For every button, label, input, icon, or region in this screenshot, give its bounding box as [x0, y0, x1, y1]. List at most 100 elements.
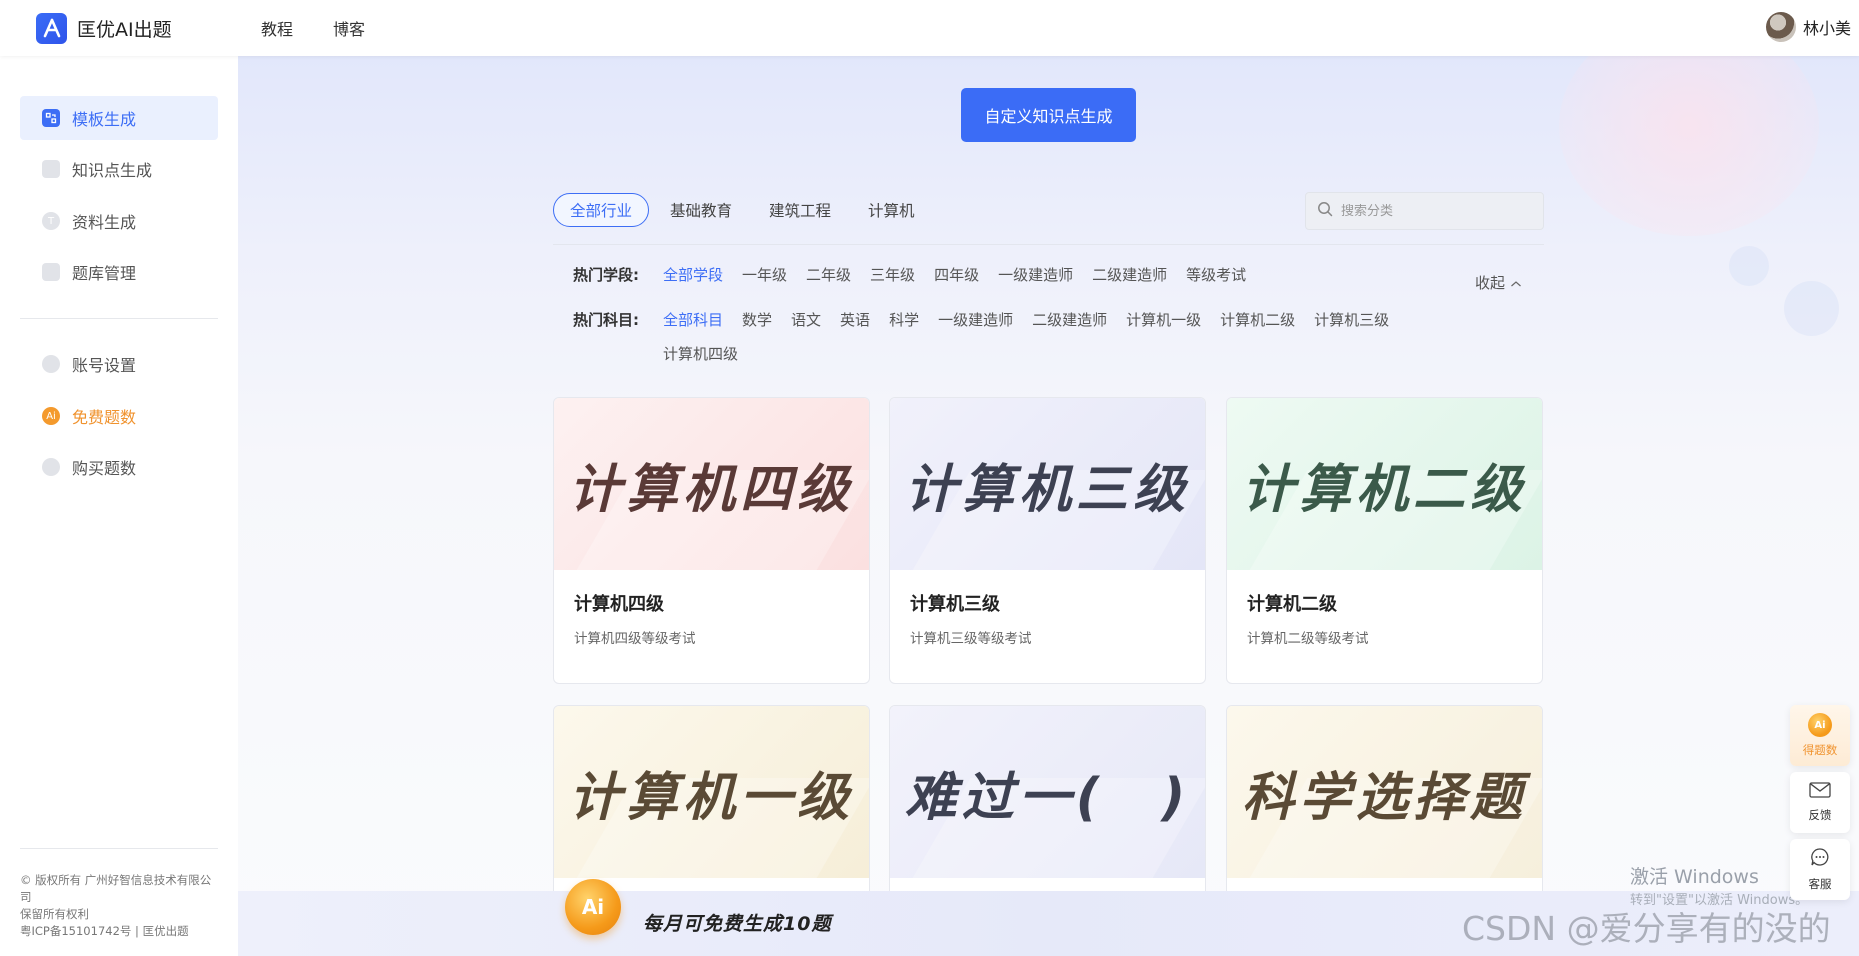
- avatar[interactable]: [1765, 12, 1796, 42]
- top-bar: 匡优AI出题 教程 博客 林小美: [0, 0, 1859, 56]
- template-card[interactable]: 计算机二级 计算机二级 计算机二级等级考试: [1226, 397, 1543, 684]
- stage-option[interactable]: 二级建造师: [1092, 258, 1167, 292]
- stage-filter-label: 热门学段:: [573, 266, 639, 284]
- stage-option[interactable]: 一年级: [742, 258, 787, 292]
- card-cover: 计算机三级: [890, 398, 1205, 570]
- floating-actions: Ai 得题数 反馈 客服: [1790, 705, 1850, 906]
- card-cover-text: 科学选择题: [1241, 767, 1527, 828]
- subject-option[interactable]: 计算机四级: [663, 337, 738, 371]
- search-input[interactable]: [1341, 203, 1531, 219]
- user-name[interactable]: 林小美: [1803, 15, 1851, 39]
- sidebar-item-label: 免费题数: [72, 408, 137, 427]
- icp-text[interactable]: 粤ICP备15101742号 | 匡优出题: [20, 923, 220, 940]
- sidebar-item-material[interactable]: T 资料生成: [20, 199, 218, 243]
- tab-construction[interactable]: 建筑工程: [753, 193, 847, 227]
- stage-filter-items: 全部学段 一年级 二年级 三年级 四年级 一级建造师 二级建造师 等级考试: [663, 258, 1443, 292]
- stage-option[interactable]: 全部学段: [663, 258, 723, 292]
- feedback-button[interactable]: 反馈: [1790, 772, 1850, 833]
- subject-filter-items: 全部科目 数学 语文 英语 科学 一级建造师 二级建造师 计算机一级 计算机二级…: [663, 303, 1443, 371]
- subject-option[interactable]: 计算机二级: [1220, 303, 1295, 337]
- sidebar-item-label: 知识点生成: [72, 161, 153, 180]
- card-cover: 计算机一级: [554, 706, 869, 878]
- subject-option[interactable]: 计算机一级: [1126, 303, 1201, 337]
- logo-icon: [36, 12, 67, 44]
- chevron-up-icon: [1510, 274, 1522, 292]
- card-cover: 难过一( ): [890, 706, 1205, 878]
- feedback-label: 反馈: [1808, 808, 1832, 822]
- stage-option[interactable]: 四年级: [934, 258, 979, 292]
- sidebar-item-free-quota[interactable]: Ai 免费题数: [20, 394, 218, 438]
- card-desc: 计算机四级等级考试: [574, 631, 696, 647]
- subject-option[interactable]: 全部科目: [663, 303, 723, 337]
- subject-option[interactable]: 一级建造师: [938, 303, 1013, 337]
- subject-option[interactable]: 语文: [791, 303, 821, 337]
- sidebar-item-question-bank[interactable]: 题库管理: [20, 250, 218, 294]
- main-content: 自定义知识点生成 全部行业 基础教育 建筑工程 计算机 热门学段: 全部学段 一…: [238, 56, 1859, 956]
- subject-option[interactable]: 数学: [742, 303, 772, 337]
- sidebar-item-buy-quota[interactable]: 购买题数: [20, 445, 218, 489]
- card-desc: 计算机二级等级考试: [1247, 631, 1369, 647]
- sidebar-item-label: 资料生成: [72, 213, 137, 232]
- material-icon: T: [42, 212, 60, 230]
- app-name: 匡优AI出题: [77, 18, 172, 41]
- get-quota-button[interactable]: Ai 得题数: [1790, 705, 1850, 766]
- category-search[interactable]: [1305, 192, 1544, 230]
- subject-filter-label: 热门科目:: [573, 311, 639, 329]
- card-title: 计算机二级: [1247, 594, 1337, 615]
- stage-option[interactable]: 二年级: [806, 258, 851, 292]
- subject-option[interactable]: 二级建造师: [1032, 303, 1107, 337]
- subject-option[interactable]: 英语: [840, 303, 870, 337]
- card-cover: 计算机二级: [1227, 398, 1542, 570]
- nav-tutorial[interactable]: 教程: [261, 16, 293, 40]
- banner-text: 每月可免费生成10题: [643, 913, 832, 935]
- custom-knowledge-button[interactable]: 自定义知识点生成: [961, 88, 1136, 142]
- subject-option[interactable]: 计算机三级: [1314, 303, 1389, 337]
- decor-bubble: [1729, 246, 1769, 286]
- windows-activation-title: 激活 Windows: [1630, 866, 1759, 888]
- template-card[interactable]: 计算机三级 计算机三级 计算机三级等级考试: [889, 397, 1206, 684]
- top-nav: 教程 博客: [261, 16, 365, 40]
- collapse-toggle[interactable]: 收起: [1475, 272, 1522, 293]
- card-title: 计算机四级: [574, 594, 664, 615]
- stage-option[interactable]: 等级考试: [1186, 258, 1246, 292]
- card-cover-text: 计算机三级: [904, 459, 1190, 520]
- ai-coin-icon: Ai: [1808, 713, 1832, 737]
- card-cover-text: 计算机一级: [568, 767, 854, 828]
- sidebar-item-account[interactable]: 账号设置: [20, 342, 218, 386]
- rights-text: 保留所有权利: [20, 907, 89, 921]
- diamond-icon: [42, 458, 60, 476]
- app-logo[interactable]: 匡优AI出题: [36, 12, 261, 44]
- user-menu[interactable]: 林小美: [1765, 12, 1851, 42]
- stage-filter: 热门学段: 全部学段 一年级 二年级 三年级 四年级 一级建造师 二级建造师 等…: [573, 258, 1443, 292]
- ai-coin-icon: Ai: [565, 879, 621, 935]
- subject-option[interactable]: 科学: [889, 303, 919, 337]
- sidebar-item-label: 题库管理: [72, 264, 137, 283]
- sidebar-item-label: 模板生成: [72, 110, 137, 129]
- mail-icon: [1809, 782, 1831, 802]
- tab-computer[interactable]: 计算机: [852, 193, 931, 227]
- card-cover-text: 计算机二级: [1241, 459, 1527, 520]
- customer-service-button[interactable]: 客服: [1790, 839, 1850, 900]
- template-card[interactable]: 计算机四级 计算机四级 计算机四级等级考试: [553, 397, 870, 684]
- tab-basic-education[interactable]: 基础教育: [654, 193, 748, 227]
- sidebar-item-label: 购买题数: [72, 459, 137, 478]
- filter-divider: [553, 244, 1544, 245]
- card-cover: 科学选择题: [1227, 706, 1542, 878]
- tab-all-industries[interactable]: 全部行业: [553, 193, 650, 227]
- nav-blog[interactable]: 博客: [333, 16, 365, 40]
- question-bank-icon: [42, 263, 60, 281]
- card-title: 计算机三级: [910, 594, 1000, 615]
- sidebar-divider: [20, 318, 218, 319]
- collapse-label: 收起: [1475, 274, 1506, 292]
- sidebar-item-knowledge[interactable]: 知识点生成: [20, 147, 218, 191]
- sidebar: 模板生成 知识点生成 T 资料生成 题库管理 账号设置 Ai 免费题数 购买题数…: [0, 56, 238, 956]
- stage-option[interactable]: 一级建造师: [998, 258, 1073, 292]
- sidebar-footer: © 版权所有 广州好智信息技术有限公司 保留所有权利 粤ICP备15101742…: [20, 872, 220, 940]
- stage-option[interactable]: 三年级: [870, 258, 915, 292]
- sidebar-item-label: 账号设置: [72, 356, 137, 375]
- sidebar-item-template[interactable]: 模板生成: [20, 96, 218, 140]
- template-icon: [42, 109, 60, 127]
- search-icon: [1317, 201, 1333, 221]
- knowledge-icon: [42, 160, 60, 178]
- user-icon: [42, 355, 60, 373]
